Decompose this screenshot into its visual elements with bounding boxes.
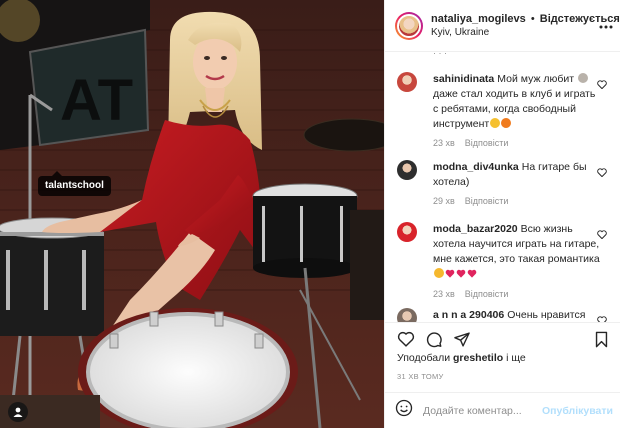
reply-button[interactable]: Відповісти <box>465 196 509 206</box>
save-button[interactable] <box>594 331 609 353</box>
comment-button[interactable] <box>425 331 443 353</box>
fire-emoji-icon <box>501 118 512 128</box>
emoji-picker-button[interactable] <box>395 399 413 422</box>
comment-avatar[interactable] <box>397 222 417 242</box>
comment-username[interactable]: moda_bazar2020 <box>433 223 518 235</box>
user-icon <box>12 406 24 418</box>
author-avatar[interactable] <box>395 11 423 40</box>
likes-user-link[interactable]: greshetilo <box>453 352 503 364</box>
red-heart-icon <box>456 268 466 283</box>
comment-time[interactable]: 29 хв <box>433 196 455 206</box>
red-heart-icon <box>467 268 477 283</box>
comment-item: a n n a 290406 Очень нравится <box>385 308 620 322</box>
comment-composer: Опублікувати <box>385 392 620 428</box>
header-separator: • <box>530 12 535 25</box>
comment-item: moda_bazar2020 Всю жизнь хотела научится … <box>385 222 620 299</box>
heart-outline-icon <box>597 76 607 93</box>
post-side-panel: nataliya_mogilevs • Відстежується Kyiv, … <box>384 0 620 428</box>
grin-emoji-icon <box>490 118 501 128</box>
comment-time[interactable]: 23 хв <box>433 138 455 148</box>
more-horizontal-icon <box>599 16 613 32</box>
share-button[interactable] <box>453 331 471 353</box>
post-timestamp[interactable]: 31 ХВ ТОМУ <box>397 372 444 381</box>
comment-text: Мой муж любит <box>497 73 578 85</box>
reply-button[interactable]: Відповісти <box>465 289 509 299</box>
smile-emoji-icon <box>434 268 444 278</box>
like-button[interactable] <box>397 331 415 352</box>
comment-avatar[interactable] <box>397 160 417 180</box>
heart-outline-icon <box>397 331 415 351</box>
comment-like-button[interactable] <box>597 76 607 94</box>
post-photo[interactable]: AT talantschool <box>0 0 384 428</box>
comment-username[interactable]: sahinidinata <box>433 73 494 85</box>
heart-outline-icon <box>597 164 607 181</box>
likes-prefix: Уподобали <box>397 352 451 364</box>
heart-outline-icon <box>597 226 607 243</box>
comment-text-cont: даже стал ходить в клуб и играть с ребят… <box>433 88 596 130</box>
photo-scene: AT <box>0 0 384 428</box>
comment-like-button[interactable] <box>597 312 607 322</box>
comment-like-button[interactable] <box>597 226 607 244</box>
paper-plane-icon <box>453 332 471 352</box>
comment-like-button[interactable] <box>597 164 607 182</box>
comment-bubble-icon <box>425 332 443 352</box>
comment-time[interactable]: 23 хв <box>433 289 455 299</box>
bookmark-icon <box>594 331 609 352</box>
comments-list[interactable]: · · · sahinidinata Мой муж любит даже ста… <box>385 52 620 322</box>
post-header: nataliya_mogilevs • Відстежується Kyiv, … <box>385 0 620 52</box>
comment-item: sahinidinata Мой муж любит даже стал ходи… <box>385 72 620 148</box>
author-username[interactable]: nataliya_mogilevs <box>431 13 526 25</box>
svg-text:AT: AT <box>60 68 133 133</box>
post-actions-bar <box>385 322 620 352</box>
comment-username[interactable]: a n n a 290406 <box>433 309 504 321</box>
comment-avatar[interactable] <box>397 72 417 92</box>
more-options-button[interactable] <box>599 19 613 29</box>
heart-outline-icon <box>597 312 607 322</box>
photo-user-tag[interactable]: talantschool <box>38 171 111 196</box>
comment-item: modna_div4unka На гитаре бы хотела) 29 хв… <box>385 160 620 206</box>
comment-input[interactable] <box>423 404 543 417</box>
cut-off-comment-meta: · · · <box>433 52 447 58</box>
comment-text: Очень нравится <box>507 309 586 321</box>
red-heart-icon <box>445 268 455 283</box>
reply-button[interactable]: Відповісти <box>465 138 509 148</box>
post-location[interactable]: Kyiv, Ukraine <box>431 26 620 39</box>
cat-emoji-icon <box>578 73 589 83</box>
publish-button[interactable]: Опублікувати <box>542 405 613 417</box>
likes-others-link[interactable]: і ще <box>506 352 526 364</box>
comment-avatar[interactable] <box>397 308 417 322</box>
likes-summary: Уподобали greshetilo і ще <box>397 352 526 364</box>
smile-icon <box>395 399 413 421</box>
tagged-users-button[interactable] <box>8 402 28 422</box>
comment-username[interactable]: modna_div4unka <box>433 161 519 173</box>
